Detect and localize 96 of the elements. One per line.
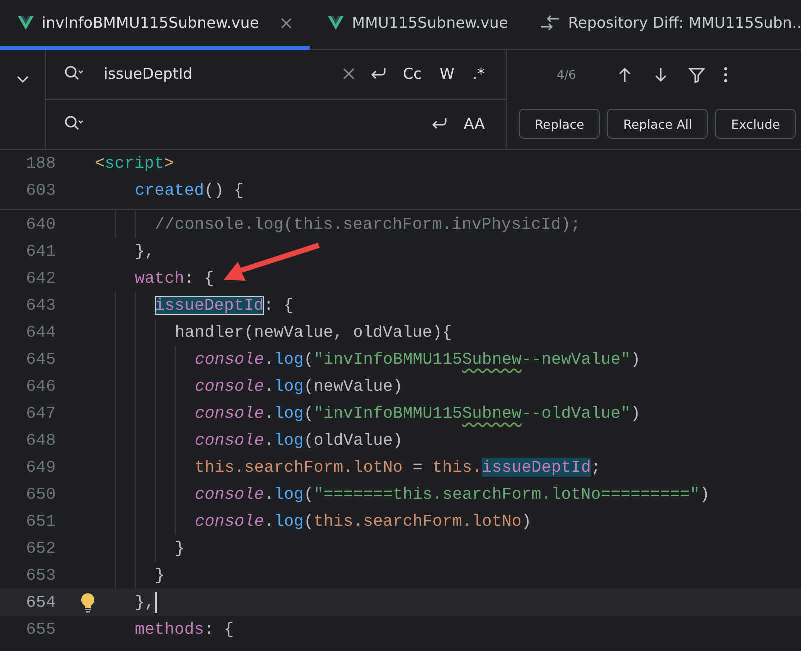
line-number: 654 (25, 593, 57, 612)
close-icon[interactable] (281, 18, 292, 28)
code-token: --oldValue" (522, 404, 631, 423)
code-token: ) (630, 404, 641, 423)
vue-logo-icon (18, 16, 34, 30)
code-token: () { (204, 181, 244, 200)
code-token: log (274, 350, 304, 369)
search-match: issueDeptId (482, 458, 592, 477)
code-token: ( (304, 350, 314, 369)
line-number: 646 (25, 377, 57, 396)
code-token: "invInfoBMMU115 (314, 404, 462, 423)
editor-tab[interactable]: Repository Diff: MMU115Subn.. (522, 0, 801, 50)
code-token: = (412, 458, 424, 477)
editor-tab[interactable]: MMU115Subnew.vue (310, 0, 522, 50)
code-token: ( (304, 485, 314, 504)
line-number: 644 (25, 323, 57, 342)
replace-button[interactable]: Replace (519, 109, 600, 140)
code-token: this.searchForm.lotNo (195, 458, 403, 477)
lightbulb-icon[interactable] (81, 592, 95, 612)
code-token: > (164, 154, 174, 173)
replace-button[interactable]: Exclude (715, 109, 796, 140)
code-token: script (104, 154, 164, 173)
code-token: < (95, 154, 105, 173)
code-token: methods (135, 620, 204, 639)
code-token: log (274, 377, 304, 396)
code-token: console (195, 404, 264, 423)
code-token: console (195, 485, 264, 504)
code-token: }, (135, 242, 155, 261)
code-token: : { (264, 296, 294, 315)
line-number: 647 (25, 404, 57, 423)
code-token: ) (700, 485, 710, 504)
code-token: log (274, 512, 304, 531)
code-token: console (195, 377, 264, 396)
line-number: 648 (25, 431, 57, 450)
line-number: 653 (25, 566, 57, 585)
line-number: 640 (25, 215, 57, 234)
text-cursor (154, 592, 157, 613)
filter-icon[interactable] (688, 66, 706, 84)
search-option-toggle[interactable]: .* (470, 65, 488, 84)
line-number: 641 (25, 242, 57, 261)
code-token: (oldValue) (304, 431, 403, 450)
code-token: : { (184, 269, 214, 288)
code-token: watch (135, 269, 185, 288)
line-number: 655 (25, 620, 57, 639)
line-number: 650 (25, 485, 57, 504)
line-number: 603 (25, 181, 57, 200)
code-token: ) (630, 350, 641, 369)
code-token: handler(newValue, oldValue){ (175, 323, 452, 342)
code-token: --newValue" (522, 350, 631, 369)
code-token: "=======this.searchForm.lotNo=========" (314, 485, 700, 504)
code-token: Subnew (462, 350, 522, 369)
diff-arrows-icon (540, 14, 560, 32)
code-token: Subnew (462, 404, 522, 423)
line-number: 652 (25, 539, 57, 558)
code-token: this.searchForm.lotNo (314, 512, 522, 531)
code-token: ; (591, 458, 601, 477)
code-token: . (264, 350, 274, 369)
code-token: . (264, 431, 274, 450)
code-token: console (195, 431, 264, 450)
line-number: 642 (25, 269, 57, 288)
line-number: 645 (25, 350, 57, 369)
code-token: } (155, 566, 165, 585)
code-token: created (135, 181, 204, 200)
code-token: . (264, 377, 274, 396)
code-token: log (274, 431, 304, 450)
line-number: 651 (25, 512, 57, 531)
replace-button[interactable]: Replace All (607, 109, 708, 140)
code-token: log (274, 485, 304, 504)
code-token: ) (522, 512, 532, 531)
code-token: console (195, 512, 264, 531)
search-option-toggle[interactable]: Cc (400, 65, 425, 84)
line-number: 643 (25, 296, 57, 315)
match-count: 4/6 (557, 68, 576, 82)
code-token: } (175, 539, 185, 558)
vue-logo-icon (328, 16, 344, 30)
code-token: ( (304, 404, 314, 423)
code-token: . (264, 404, 274, 423)
line-number: 188 (25, 154, 57, 173)
code-token: console (195, 350, 264, 369)
code-token: this. (432, 458, 482, 477)
code-token: . (264, 512, 274, 531)
search-match: issueDeptId (155, 296, 264, 315)
more-icon[interactable] (724, 66, 728, 83)
code-token: . (264, 485, 274, 504)
code-token: (newValue) (304, 377, 403, 396)
search-option-toggle[interactable]: W (436, 65, 458, 84)
line-number: 649 (25, 458, 57, 477)
code-token: "invInfoBMMU115 (314, 350, 462, 369)
code-comment: //console.log(this.searchForm.invPhysicId); (155, 215, 581, 234)
code-token: log (274, 404, 304, 423)
editor-tab[interactable]: invInfoBMMU115Subnew.vue (0, 0, 310, 50)
code-token: }, (135, 593, 155, 612)
code-token: ( (304, 512, 314, 531)
code-token: : { (204, 620, 234, 639)
preserve-case-toggle[interactable]: AA (461, 115, 488, 134)
find-field[interactable]: issueDeptId (98, 61, 328, 88)
